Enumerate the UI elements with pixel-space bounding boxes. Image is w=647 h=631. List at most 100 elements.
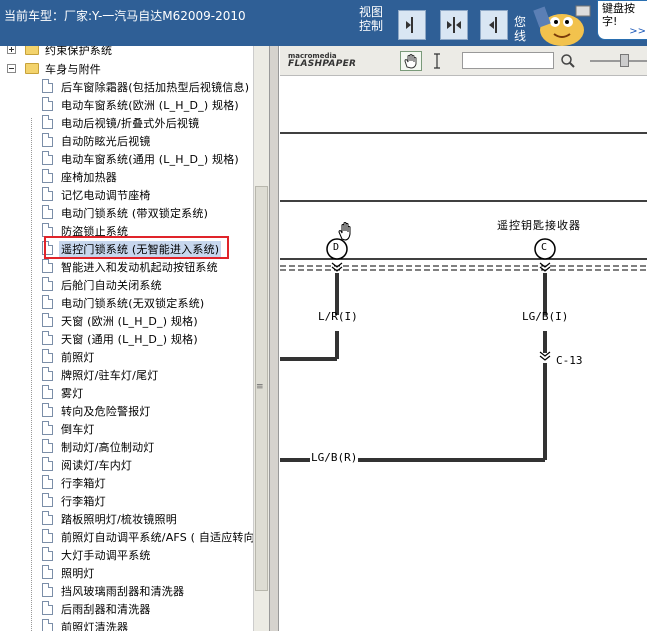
expand-icon[interactable] <box>7 46 16 54</box>
component-tree: 约束保护系统 车身与附件 后车窗除霜器(包括加热型后视镜信息) 电动车窗系统(欧洲… <box>0 46 253 631</box>
tip-more-link[interactable]: >> <box>629 25 646 38</box>
tree-item-label: 行李箱灯 <box>61 477 106 490</box>
tree-item-label: 雾灯 <box>61 387 84 400</box>
tree-item[interactable]: 电动后视镜/折叠式外后视镜 <box>0 113 253 131</box>
connector-c-label: C <box>541 242 548 253</box>
tree-item[interactable]: 自动防眩光后视镜 <box>0 131 253 149</box>
document-icon <box>42 169 53 183</box>
document-icon <box>42 529 53 543</box>
tree-item-label: 后雨刮器和清洗器 <box>61 603 151 616</box>
tree-item-label: 牌照灯/驻车灯/尾灯 <box>61 369 159 382</box>
tree-item[interactable]: 倒车灯 <box>0 419 253 437</box>
diagram-lines <box>280 132 647 462</box>
document-icon <box>42 349 53 363</box>
tree-item-label: 行李箱灯 <box>61 495 106 508</box>
text-select-tool-button[interactable] <box>430 52 444 70</box>
tree-folder-label: 车身与附件 <box>45 63 101 76</box>
tree-item[interactable]: 制动灯/高位制动灯 <box>0 437 253 455</box>
tree-folder-body[interactable]: 车身与附件 <box>0 59 253 77</box>
document-icon <box>42 403 53 417</box>
tree-item[interactable]: 天窗 (欧洲 (L_H_D_) 规格) <box>0 311 253 329</box>
document-icon <box>42 367 53 381</box>
view-control-label: 视图控制 <box>359 5 384 33</box>
tree-item-label: 转向及危险警报灯 <box>61 405 151 418</box>
tree-item[interactable]: 行李箱灯 <box>0 473 253 491</box>
tree-item-label: 电动门锁系统 (带双锁定系统) <box>61 207 209 220</box>
arrow-right-icon <box>406 17 413 33</box>
tree-item-label: 智能进入和发动机起动按钮系统 <box>61 261 218 274</box>
search-icon[interactable] <box>560 53 576 69</box>
tree-item-label: 天窗 (通用 (L_H_D_) 规格) <box>61 333 198 346</box>
wire-label-bottom: LG/B(R) <box>310 451 359 464</box>
text-cursor-icon <box>434 53 440 69</box>
document-icon <box>42 547 53 561</box>
tree-item-label: 电动后视镜/折叠式外后视镜 <box>61 117 200 130</box>
collapse-icon[interactable] <box>7 64 16 73</box>
tree-item[interactable]: 前照灯清洗器 <box>0 617 253 631</box>
scroll-grip-icon: ≡ <box>256 382 264 392</box>
view-left-pane-button[interactable] <box>480 10 508 40</box>
tree-item[interactable]: 挡风玻璃雨刮器和清洗器 <box>0 581 253 599</box>
splice-label: C-13 <box>556 354 583 367</box>
tree-scrollbar[interactable] <box>253 46 269 631</box>
tree-item[interactable]: 电动车窗系统(欧洲 (L_H_D_) 规格) <box>0 95 253 113</box>
tree-item[interactable]: 行李箱灯 <box>0 491 253 509</box>
tree-item[interactable]: 前照灯自动调平系统/AFS ( 自适应转向 <box>0 527 253 545</box>
tree-item[interactable]: 雾灯 <box>0 383 253 401</box>
tree-item[interactable]: 后车窗除霜器(包括加热型后视镜信息) <box>0 77 253 95</box>
document-icon <box>42 493 53 507</box>
tree-item[interactable]: 牌照灯/驻车灯/尾灯 <box>0 365 253 383</box>
tree-item[interactable]: 大灯手动调平系统 <box>0 545 253 563</box>
tree-item[interactable]: 电动门锁系统(无双锁定系统) <box>0 293 253 311</box>
current-car-model: 当前车型：厂家:Y-一汽马自达M62009-2010 <box>4 9 246 23</box>
tree-item[interactable]: 后舱门自动关闭系统 <box>0 275 253 293</box>
document-icon <box>42 475 53 489</box>
hand-tool-button[interactable] <box>400 51 422 71</box>
status-text: 您线 <box>514 15 527 43</box>
document-icon <box>42 295 53 309</box>
folder-open-icon <box>25 63 39 74</box>
tree-item[interactable]: 电动门锁系统 (带双锁定系统) <box>0 203 253 221</box>
tree-folder-restraint[interactable]: 约束保护系统 <box>0 46 253 58</box>
view-right-pane-button[interactable] <box>398 10 426 40</box>
tree-item-label: 后舱门自动关闭系统 <box>61 279 162 292</box>
wire-label-left: L/R(I) <box>318 310 358 323</box>
document-icon <box>42 457 53 471</box>
tree-item[interactable]: 阅读灯/车内灯 <box>0 455 253 473</box>
document-icon <box>42 619 53 631</box>
tree-item-label: 座椅加热器 <box>61 171 117 184</box>
tree-item[interactable]: 记忆电动调节座椅 <box>0 185 253 203</box>
flashpaper-toolbar: macromedia FLASHPAPER <box>280 46 647 76</box>
tree-item[interactable]: 天窗 (通用 (L_H_D_) 规格) <box>0 329 253 347</box>
tree-item-label: 自动防眩光后视镜 <box>61 135 151 148</box>
document-icon <box>42 223 53 237</box>
mascot-icon <box>533 5 591 46</box>
tree-item[interactable]: 照明灯 <box>0 563 253 581</box>
tree-item[interactable]: 转向及危险警报灯 <box>0 401 253 419</box>
tree-item[interactable]: 电动车窗系统(通用 (L_H_D_) 规格) <box>0 149 253 167</box>
tree-item[interactable]: 智能进入和发动机起动按钮系统 <box>0 257 253 275</box>
document-icon <box>42 421 53 435</box>
view-both-panes-button[interactable] <box>440 10 468 40</box>
tree-item-label: 倒车灯 <box>61 423 95 436</box>
zoom-slider[interactable] <box>590 60 647 62</box>
hand-icon <box>404 54 417 69</box>
search-input[interactable] <box>462 52 554 69</box>
arrows-split-icon <box>447 17 461 33</box>
document-icon <box>42 565 53 579</box>
tree-item-label: 天窗 (欧洲 (L_H_D_) 规格) <box>61 315 198 328</box>
document-icon <box>42 187 53 201</box>
pane-splitter[interactable] <box>269 46 279 631</box>
document-icon <box>42 331 53 345</box>
document-icon <box>42 601 53 615</box>
tree-item-label: 电动车窗系统(欧洲 (L_H_D_) 规格) <box>61 99 239 112</box>
red-annotation-box <box>44 236 229 259</box>
tree-item[interactable]: 后雨刮器和清洗器 <box>0 599 253 617</box>
zoom-slider-thumb[interactable] <box>620 54 629 67</box>
tree-item-label: 照明灯 <box>61 567 95 580</box>
tree-item[interactable]: 前照灯 <box>0 347 253 365</box>
document-icon <box>42 79 53 93</box>
tree-item[interactable]: 踏板照明灯/梳妆镜照明 <box>0 509 253 527</box>
tree-item[interactable]: 座椅加热器 <box>0 167 253 185</box>
connector-d-label: D <box>333 242 340 253</box>
